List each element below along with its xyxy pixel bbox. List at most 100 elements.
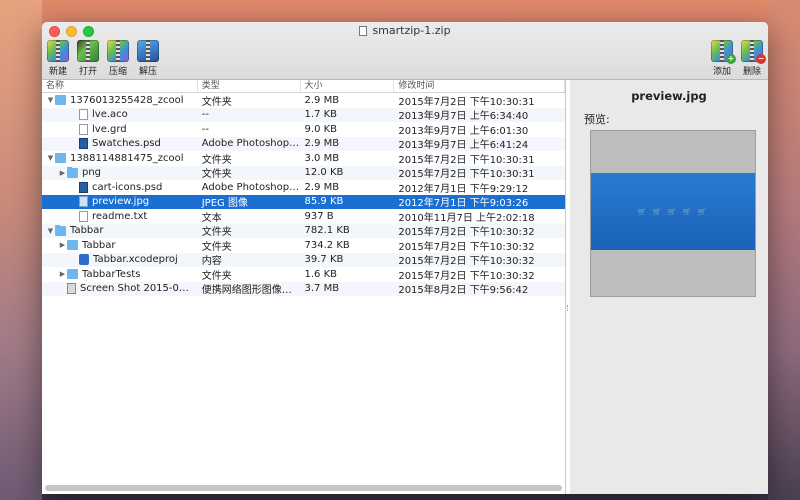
file-type: 文本: [201, 212, 222, 224]
file-name-cell: Screen Shot 2015-0…: [42, 283, 198, 295]
file-row[interactable]: ▶ png 文件夹 12.0 KB 2015年7月2日 下午10:30:31: [42, 165, 565, 181]
screenshot-icon: [67, 283, 76, 295]
file-type: --: [201, 123, 209, 135]
delete-label: 删除: [742, 67, 761, 77]
file-size: 2.9 MB: [304, 181, 340, 193]
file-row[interactable]: ▶ Tabbar 文件夹 734.2 KB 2015年7月2日 下午10:30:32: [42, 238, 565, 253]
new-label: 新建: [48, 67, 67, 77]
file-icon: [79, 123, 88, 135]
file-name-cell: ▶ png: [42, 167, 198, 178]
file-date: 2015年7月2日 下午10:30:32: [398, 227, 535, 239]
disclosure-triangle-icon[interactable]: ▼: [46, 96, 55, 104]
file-name-cell: preview.jpg: [42, 196, 198, 208]
file-name: lve.grd: [92, 123, 127, 135]
column-header-name[interactable]: 名称: [42, 80, 198, 92]
disclosure-triangle-icon[interactable]: ▶: [58, 241, 67, 249]
file-size: 3.0 MB: [304, 152, 340, 164]
file-name: Screen Shot 2015-0…: [80, 283, 189, 295]
disclosure-triangle-icon[interactable]: ▼: [46, 227, 55, 235]
column-header-date[interactable]: 修改时间: [394, 80, 566, 92]
file-type: 文件夹: [201, 96, 232, 108]
psd-icon: [79, 138, 88, 150]
file-row[interactable]: lve.aco -- 1.7 KB 2013年9月7日 上午6:34:40: [42, 107, 565, 123]
horizontal-scrollbar[interactable]: [45, 485, 562, 491]
file-date: 2010年11月7日 上午2:02:18: [398, 212, 535, 224]
file-size: 9.0 KB: [304, 123, 338, 135]
file-type: 文件夹: [201, 227, 232, 239]
file-row[interactable]: readme.txt 文本 937 B 2010年11月7日 上午2:02:18: [42, 209, 565, 224]
file-size: 937 B: [304, 210, 334, 222]
file-row[interactable]: Tabbar.xcodeproj 内容 39.7 KB 2015年7月2日 下午10:…: [42, 252, 565, 268]
file-row[interactable]: preview.jpg JPEG 图像 85.9 KB 2012年7月1日 下午9:0…: [42, 194, 565, 210]
file-date: 2015年7月2日 下午10:30:32: [398, 270, 535, 282]
file-size: 1.7 KB: [304, 109, 338, 121]
delete-button[interactable]: − 删除: [740, 40, 766, 77]
compress-icon: [107, 40, 129, 62]
extract-button[interactable]: 解压: [136, 40, 160, 77]
add-button[interactable]: + 添加: [710, 40, 736, 77]
file-name-cell: lve.aco: [42, 109, 198, 121]
file-name: Tabbar: [70, 225, 104, 237]
file-rows: ▼ 1376013255428_zcool 文件夹 2.9 MB 2015年7月2日 下…: [42, 93, 565, 296]
minus-icon: −: [756, 54, 766, 64]
file-name-cell: ▶ TabbarTests: [42, 268, 198, 280]
open-button[interactable]: 打开: [76, 40, 100, 77]
file-type: JPEG 图像: [201, 198, 248, 210]
compress-button[interactable]: 压缩: [106, 40, 130, 77]
file-date: 2013年9月7日 上午6:34:40: [398, 111, 529, 123]
toolbar-left: 新建 打开 压缩 解压: [46, 40, 160, 77]
file-row[interactable]: cart-icons.psd Adobe Photoshop… 2.9 MB 2012…: [42, 180, 565, 195]
file-name: TabbarTests: [82, 268, 141, 280]
window-title: smartzip-1.zip: [42, 24, 768, 37]
file-date: 2015年7月2日 下午10:30:31: [398, 96, 535, 108]
folder-icon: [67, 167, 78, 178]
file-name-cell: ▼ 1376013255428_zcool: [42, 94, 198, 106]
window-title-text: smartzip-1.zip: [372, 24, 451, 37]
file-row[interactable]: ▼ 1388114881475_zcool 文件夹 3.0 MB 2015年7月2日 下…: [42, 151, 565, 166]
file-name-cell: ▼ 1388114881475_zcool: [42, 152, 198, 164]
desktop-wallpaper-right: [768, 0, 800, 500]
file-name: Tabbar: [82, 239, 116, 251]
open-label: 打开: [78, 67, 97, 77]
file-name: png: [82, 167, 102, 179]
column-header-size[interactable]: 大小: [301, 80, 395, 92]
file-row[interactable]: Screen Shot 2015-0… 便携网络图形图像… 3.7 MB 2015年8…: [42, 281, 565, 297]
extract-icon: [137, 40, 159, 62]
file-row[interactable]: Swatches.psd Adobe Photoshop… 2.9 MB 2013年9…: [42, 136, 565, 152]
file-row[interactable]: lve.grd -- 9.0 KB 2013年9月7日 上午6:01:30: [42, 122, 565, 137]
file-date: 2013年9月7日 上午6:01:30: [398, 125, 529, 137]
disclosure-triangle-icon[interactable]: ▶: [58, 169, 67, 177]
file-name: 1388114881475_zcool: [70, 152, 184, 164]
psd-icon: [79, 181, 88, 193]
column-header-type[interactable]: 类型: [198, 80, 301, 92]
delete-file-icon: −: [741, 40, 766, 64]
folder-icon: [55, 225, 66, 236]
file-size: 1.6 KB: [304, 268, 338, 280]
file-size: 782.1 KB: [304, 225, 350, 237]
file-row[interactable]: ▼ Tabbar 文件夹 782.1 KB 2015年7月2日 下午10:30:32: [42, 223, 565, 239]
add-label: 添加: [712, 67, 731, 77]
file-type: 文件夹: [201, 169, 232, 181]
file-date: 2015年8月2日 下午9:56:42: [398, 285, 529, 297]
extract-label: 解压: [138, 67, 157, 77]
file-name-cell: cart-icons.psd: [42, 181, 198, 193]
file-name-cell: Tabbar.xcodeproj: [42, 254, 198, 266]
file-date: 2013年9月7日 上午6:41:24: [398, 140, 529, 152]
disclosure-triangle-icon[interactable]: ▼: [46, 154, 55, 162]
new-archive-icon: [47, 40, 69, 62]
file-row[interactable]: ▶ TabbarTests 文件夹 1.6 KB 2015年7月2日 下午10:30:3…: [42, 267, 565, 282]
file-type: 便携网络图形图像…: [201, 285, 292, 297]
file-name: readme.txt: [92, 210, 148, 222]
folder-icon: [55, 94, 66, 106]
file-name-cell: ▶ Tabbar: [42, 239, 198, 251]
desktop-wallpaper-left: [0, 0, 42, 500]
disclosure-triangle-icon[interactable]: ▶: [58, 270, 67, 278]
file-size: 2.9 MB: [304, 138, 340, 150]
file-row[interactable]: ▼ 1376013255428_zcool 文件夹 2.9 MB 2015年7月2日 下…: [42, 93, 565, 108]
file-name-cell: readme.txt: [42, 210, 198, 222]
file-date: 2015年7月2日 下午10:30:32: [398, 256, 535, 268]
new-button[interactable]: 新建: [46, 40, 70, 77]
file-date: 2015年7月2日 下午10:30:31: [398, 154, 535, 166]
xcodeproj-icon: [79, 254, 89, 266]
document-icon: [359, 25, 368, 36]
